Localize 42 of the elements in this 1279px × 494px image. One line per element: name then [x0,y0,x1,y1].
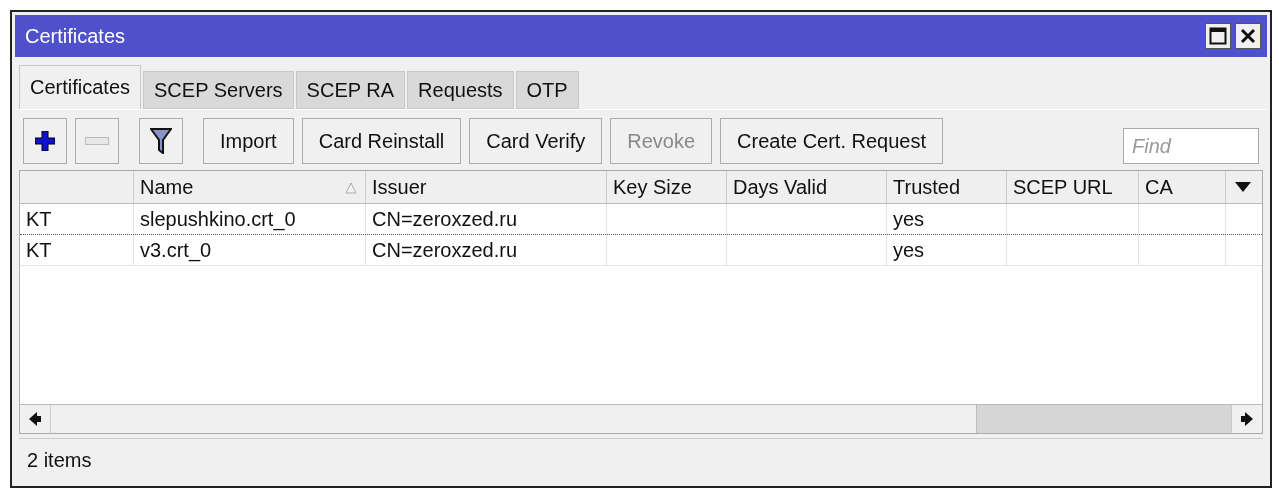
add-button[interactable] [23,118,67,164]
table-cell: slepushkino.crt_0 [134,204,366,234]
table-cell: v3.crt_0 [134,235,366,265]
column-header[interactable]: CA [1139,171,1226,203]
toolbar-button[interactable]: Card Reinstall [301,118,462,164]
toolbar-button[interactable]: Card Verify [469,118,603,164]
sort-arrow-icon [345,182,357,194]
table-cell: yes [887,204,1007,234]
tab[interactable]: SCEP RA [295,71,406,109]
column-header[interactable]: Name [134,171,366,203]
table-cell: CN=zeroxzed.ru [366,235,607,265]
toolbar-button[interactable]: Import [203,118,294,164]
tab[interactable]: SCEP Servers [143,71,294,109]
close-icon [1240,28,1256,44]
find-field[interactable]: Find [1123,128,1259,164]
table-cell: yes [887,235,1007,265]
column-header[interactable]: SCEP URL [1007,171,1139,203]
maximize-button[interactable] [1205,23,1231,49]
scroll-left-icon[interactable] [29,412,41,426]
column-header[interactable]: Days Valid [727,171,887,203]
maximize-icon [1209,27,1227,45]
filter-button[interactable] [139,118,183,164]
table-cell: KT [20,204,134,234]
tab[interactable]: Requests [407,71,514,109]
table-cell: KT [20,235,134,265]
scrollbar-thumb[interactable] [976,405,1231,433]
horizontal-scrollbar[interactable] [20,404,1262,433]
dropdown-caret-icon [1235,182,1251,192]
tab[interactable]: Certificates [19,65,142,109]
scroll-right-icon[interactable] [1241,412,1253,426]
close-button[interactable] [1235,23,1261,49]
column-header[interactable]: Trusted [887,171,1007,203]
column-header[interactable]: Issuer [366,171,607,203]
window-title: Certificates [25,24,127,48]
filter-icon [150,128,172,154]
column-header[interactable]: Key Size [607,171,727,203]
plus-icon [35,131,55,151]
table-cell: CN=zeroxzed.ru [366,204,607,234]
minus-icon [85,137,109,145]
item-count: 2 items [27,448,92,472]
tab[interactable]: OTP [515,71,579,109]
toolbar-button[interactable]: Create Cert. Request [720,118,944,164]
